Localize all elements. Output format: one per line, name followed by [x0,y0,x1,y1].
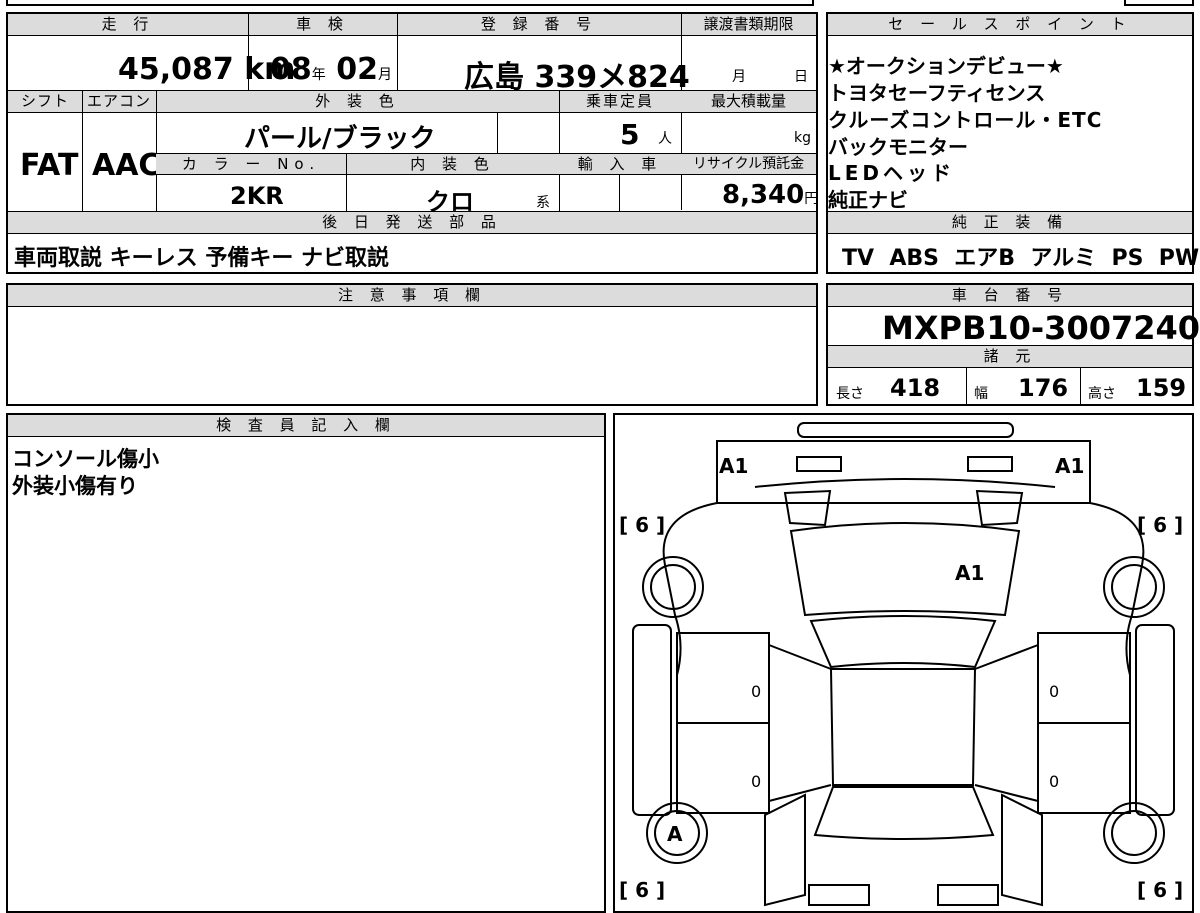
registration-header: 登 録 番 号 [397,14,681,36]
roof [829,668,977,786]
mark-a1-right: A1 [1055,454,1084,478]
chassis-box: 車 台 番 号 MXPB10-3007240 諸 元 長さ 418 幅 176 … [826,283,1200,406]
interior-color-header: 内 装 色 [346,154,559,175]
sales-point-1: ★オークションデビュー★ [828,54,1064,78]
inspection-value: 08年 02月 [270,52,392,87]
mark-a1-left: A1 [719,454,748,478]
sales-points-header: セ ー ル ス ポ イ ン ト [828,14,1192,36]
capacity-value: 5 [620,118,640,151]
sales-point-4: バックモニター [828,135,968,159]
hood [789,522,1021,617]
genuine-equipment-header: 純 正 装 備 [828,212,1192,234]
door-rl-value: 0 [751,772,761,791]
inspection-header: 車 検 [248,14,397,36]
car-diagram: A1 A1 A1 A [ 6 ] [ 6 ] [ 6 ] [ 6 ] 0 0 0… [619,422,1183,907]
color-no-header: カ ラ ー No. [156,154,346,175]
specs-header: 諸 元 [828,346,1192,368]
width-label: 幅 [974,386,988,402]
sales-points-box: セ ー ル ス ポ イ ン ト ★オークションデビュー★ トヨタセーフティセンス… [826,12,1199,274]
windshield [809,615,997,669]
top-strip-right [1124,0,1194,6]
genuine-equipment-value: TV ABS エアB アルミ PS PW [842,246,1200,271]
front-right-door [1037,632,1131,724]
mileage-value: 45,087 km [118,52,296,87]
recycle-header: リサイクル預託金 [681,154,816,175]
sales-point-5: LEDヘッド [828,161,956,185]
right-headlight [967,456,1013,472]
sales-point-3: クルーズコントロール・ETC [828,108,1103,132]
rear-right-door [1037,722,1131,814]
later-parts-value: 車両取説 キーレス 予備キー ナビ取説 [14,246,389,271]
length-label: 長さ [836,386,864,402]
capacity-header: 乗車定員 [559,91,681,113]
hood-line [754,478,1056,488]
length-value: 418 [890,374,941,402]
transfer-day: 日 [794,69,808,85]
interior-color-unit: 系 [536,195,550,211]
aircon-header: エアコン [82,91,156,113]
left-headlight [796,456,842,472]
vehicle-info-table: 走 行 車 検 登 録 番 号 譲渡書類期限 45,087 km 08年 02月… [6,12,818,274]
door-fl-value: 0 [751,682,761,701]
rear-left-door [676,722,770,814]
inspector-header: 検 査 員 記 入 欄 [8,415,604,437]
notes-box: 注 意 事 項 欄 [6,283,818,406]
top-strip [6,0,814,6]
mark-a-wheel: A [667,822,683,846]
shift-header: シフト [8,91,82,113]
front-bumper-bar [797,422,1014,438]
max-load-unit: kg [794,130,811,146]
rear-window [813,786,995,840]
chassis-value: MXPB10-3007240 [882,309,1200,347]
chassis-header: 車 台 番 号 [828,285,1192,307]
damage-diagram-box: A1 A1 A1 A [ 6 ] [ 6 ] [ 6 ] [ 6 ] 0 0 0… [613,413,1194,913]
height-label: 高さ [1088,386,1116,402]
inspector-line-1: コンソール傷小 [12,447,159,471]
tire-rr: [ 6 ] [1137,878,1183,902]
sales-point-6: 純正ナビ [828,188,908,212]
recycle-value: 8,340円 [722,180,819,210]
later-parts-header: 後 日 発 送 部 品 [8,212,816,234]
tire-fr: [ 6 ] [1137,513,1183,537]
front-left-door [676,632,770,724]
tire-fl: [ 6 ] [619,513,665,537]
exterior-color-value: パール/ブラック [244,124,436,154]
front-panel [716,440,1091,504]
transfer-month: 月 [732,69,746,85]
aircon-value: AAC [92,148,161,183]
max-load-header: 最大積載量 [681,91,816,113]
inspector-line-2: 外装小傷有り [12,474,138,498]
mark-a1-hood: A1 [955,561,984,585]
notes-header: 注 意 事 項 欄 [8,285,816,307]
inspector-box: 検 査 員 記 入 欄 コンソール傷小 外装小傷有り [6,413,606,913]
height-value: 159 [1136,374,1187,402]
door-fr-value: 0 [1049,682,1059,701]
shift-value: FAT [20,148,79,183]
capacity-unit: 人 [658,131,672,147]
width-value: 176 [1018,374,1069,402]
mileage-header: 走 行 [8,14,248,36]
transfer-deadline-header: 譲渡書類期限 [681,14,816,36]
sales-point-2: トヨタセーフティセンス [828,81,1046,105]
exterior-color-header: 外 装 色 [156,91,559,113]
tire-rl: [ 6 ] [619,878,665,902]
import-header: 輸 入 車 [559,154,681,175]
color-no-value: 2KR [230,182,284,210]
door-rr-value: 0 [1049,772,1059,791]
